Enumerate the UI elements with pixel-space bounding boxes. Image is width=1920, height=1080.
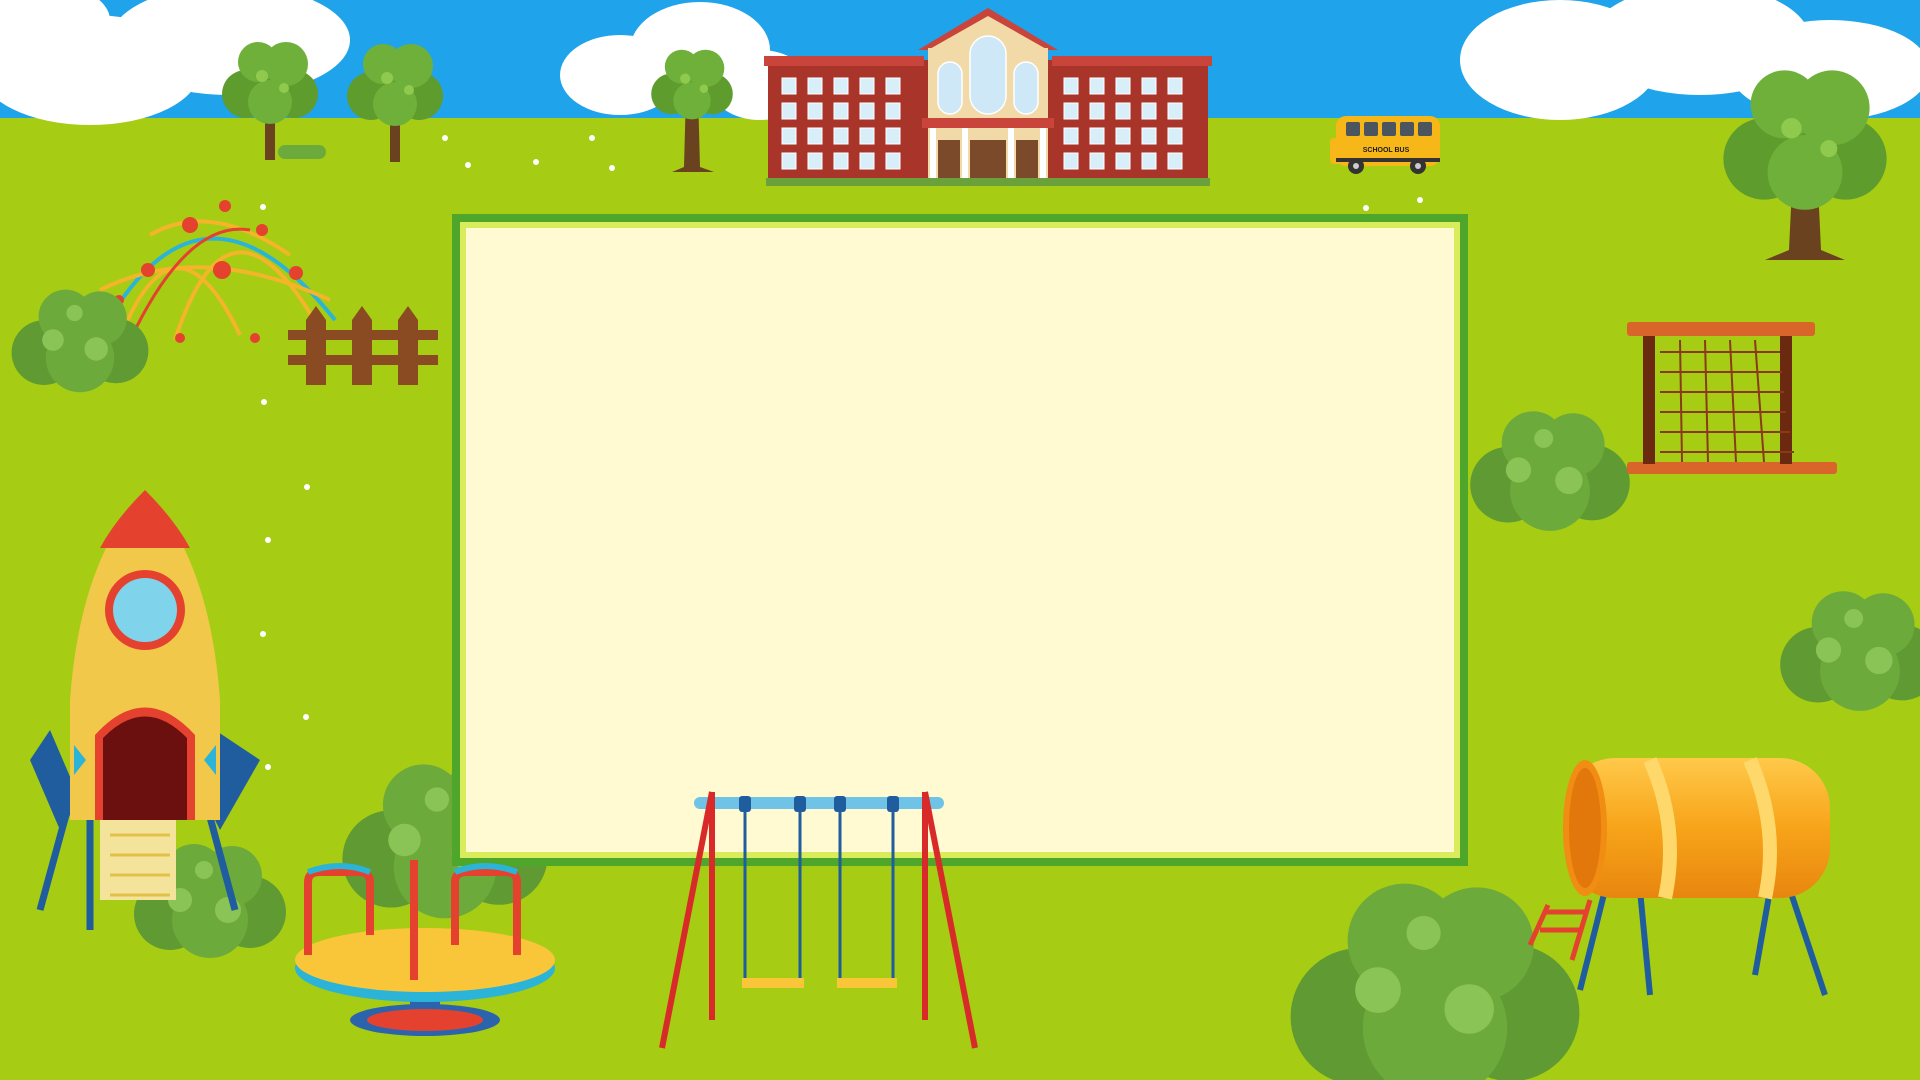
fence-icon <box>288 306 438 385</box>
playground-scene: SCHOOL BUS <box>0 0 1920 1080</box>
playground-illustration: SCHOOL BUS <box>0 0 1920 1080</box>
board-text-area[interactable] <box>466 228 1454 852</box>
bus-label: SCHOOL BUS <box>1363 147 1410 154</box>
school-bus-icon: SCHOOL BUS <box>1330 116 1440 174</box>
grass-tuft <box>278 145 326 159</box>
